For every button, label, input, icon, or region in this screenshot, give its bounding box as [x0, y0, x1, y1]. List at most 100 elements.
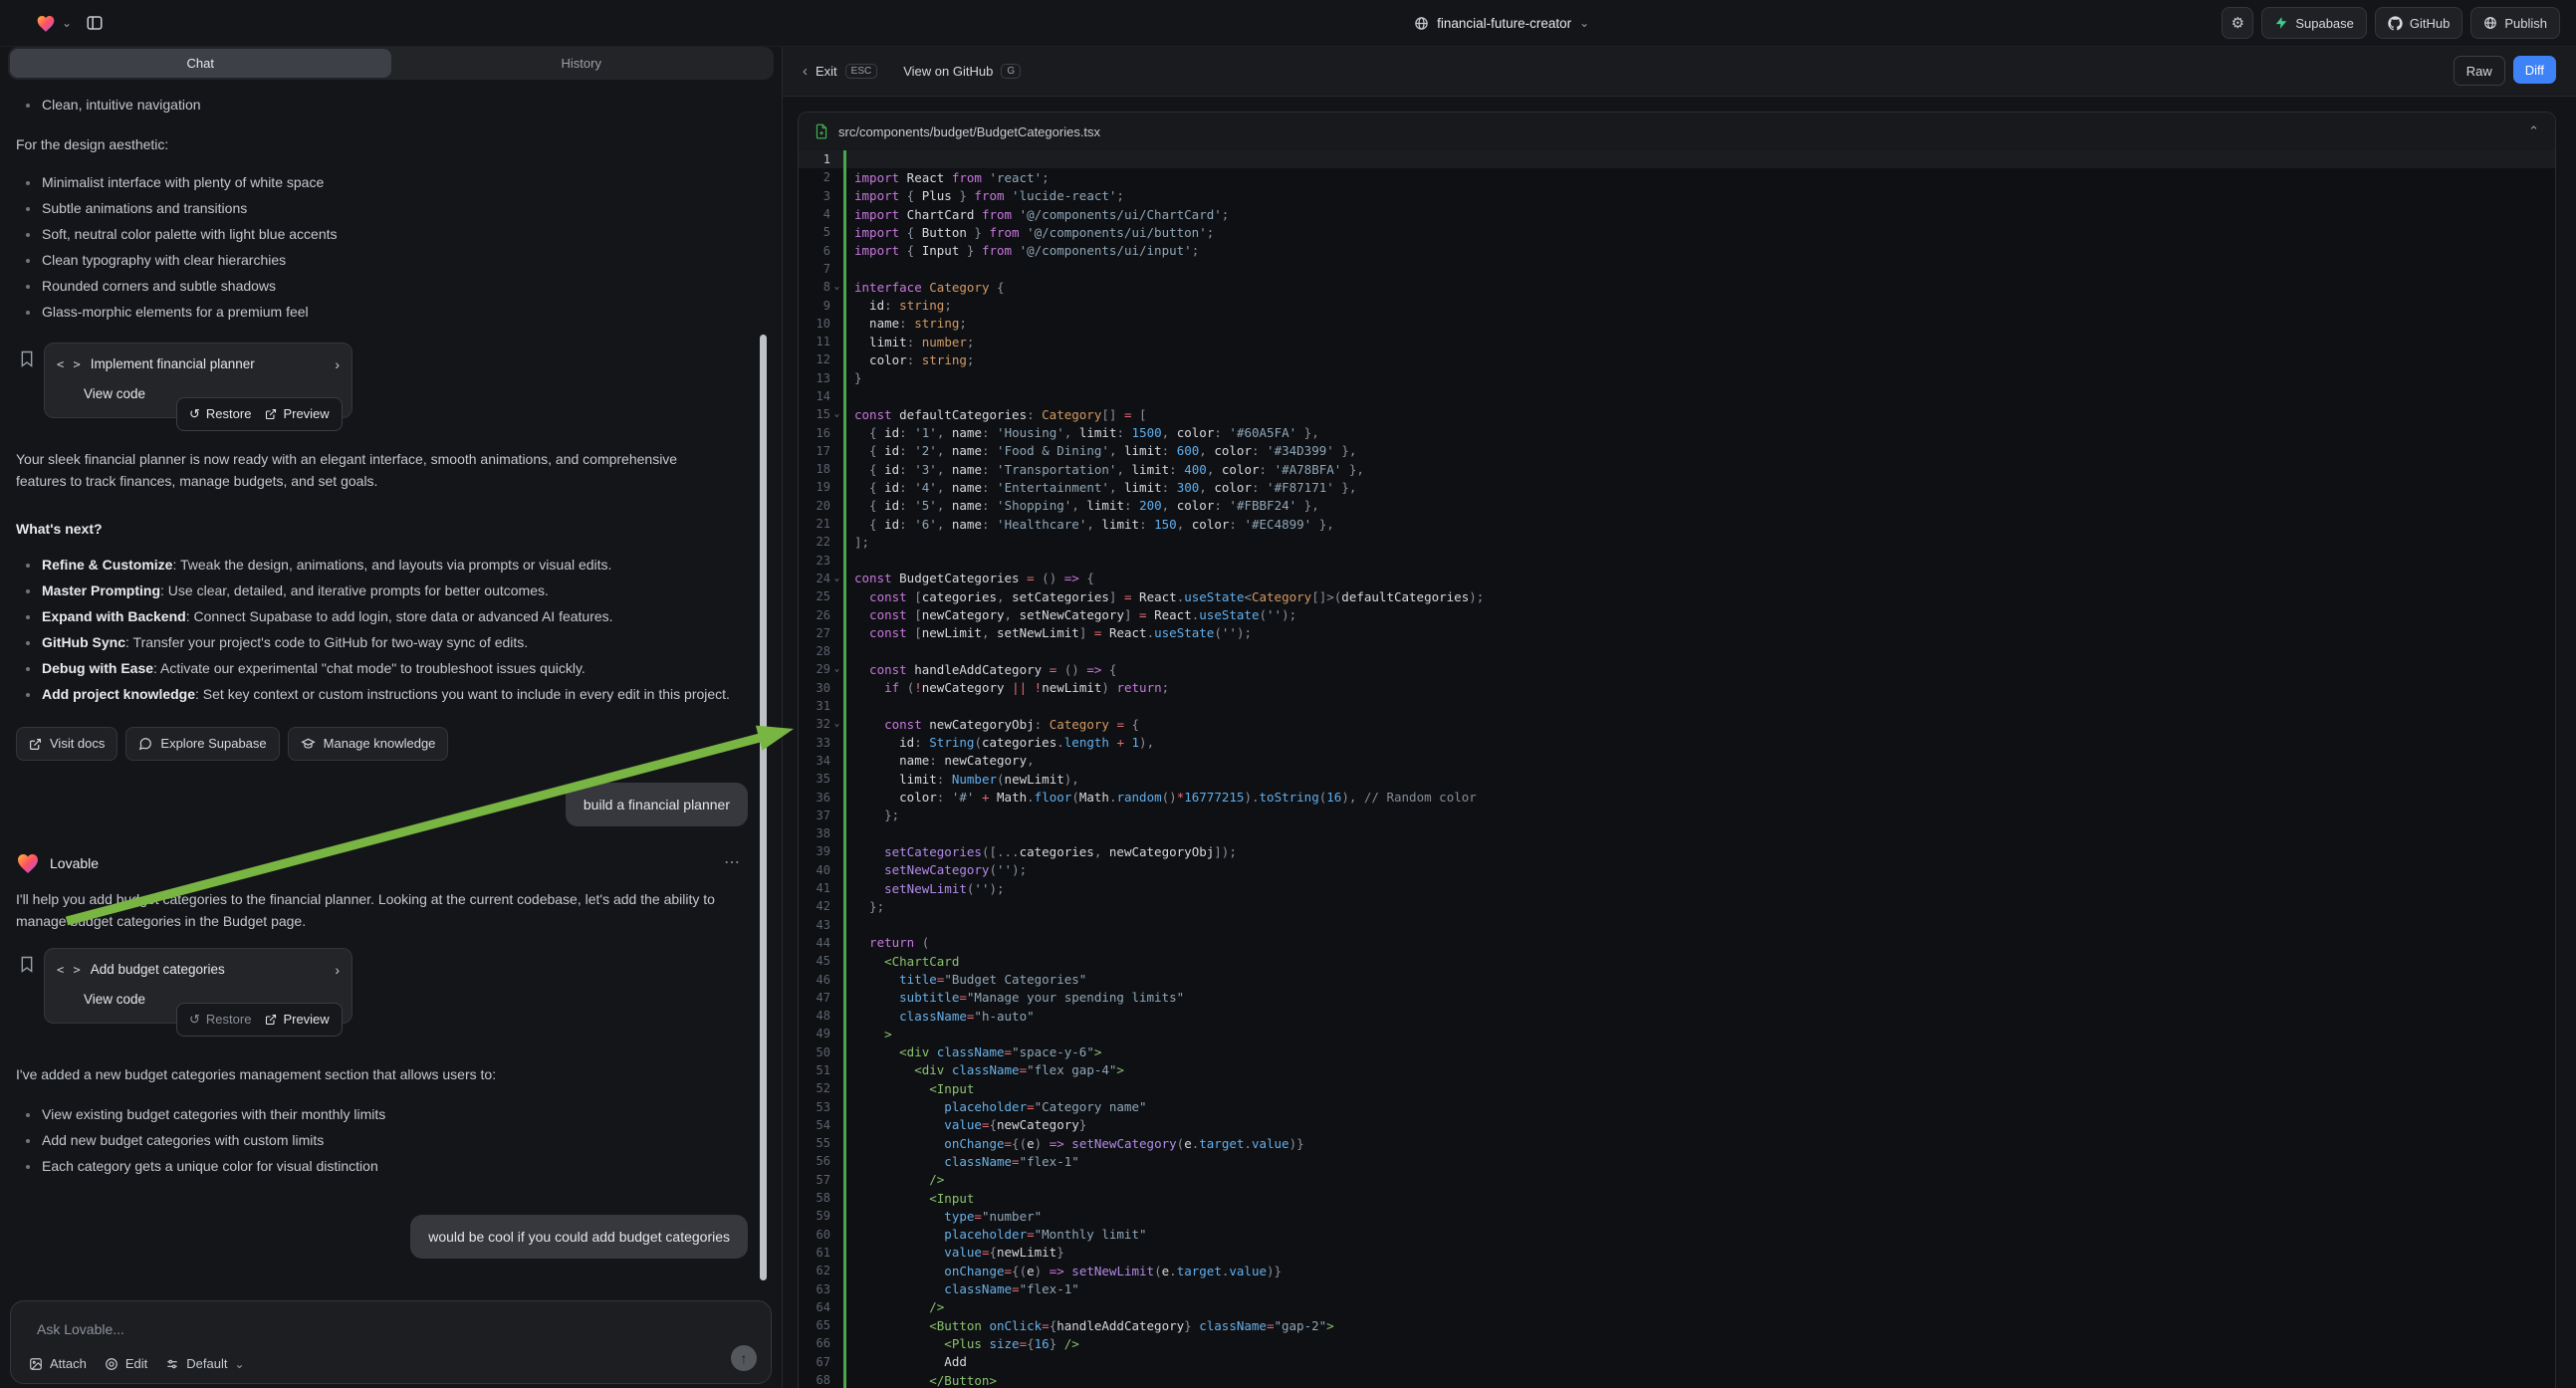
lovable-logo[interactable]: [36, 14, 56, 33]
diff-toggle-button[interactable]: Diff: [2513, 56, 2556, 84]
collapse-chevron-up-icon[interactable]: ⌃: [2528, 123, 2539, 139]
line-number: 2: [799, 170, 830, 184]
list-item: GitHub Sync: Transfer your project's cod…: [16, 631, 753, 657]
code-line: 19 { id: '4', name: 'Entertainment', lim…: [799, 478, 2555, 496]
fold-chevron-icon[interactable]: ⌄: [830, 664, 843, 674]
supabase-zap-icon: [2274, 16, 2288, 30]
fold-chevron-icon[interactable]: ⌄: [830, 574, 843, 583]
message-menu-button[interactable]: ⋯: [724, 852, 742, 874]
line-number: 52: [799, 1081, 830, 1095]
chat-scrollbar[interactable]: [760, 335, 767, 1280]
line-number: 53: [799, 1100, 830, 1114]
model-selector[interactable]: Default ⌄: [165, 1356, 244, 1371]
chat-input-placeholder[interactable]: Ask Lovable...: [37, 1321, 124, 1337]
bullet-dot: [26, 1139, 30, 1143]
line-number: 64: [799, 1300, 830, 1314]
line-number: 55: [799, 1136, 830, 1150]
gear-icon: ⚙: [2231, 14, 2244, 32]
publish-button[interactable]: Publish: [2470, 7, 2560, 39]
line-number: 65: [799, 1318, 830, 1332]
manage-knowledge-button[interactable]: Manage knowledge: [288, 727, 449, 761]
line-number: 3: [799, 189, 830, 203]
code-line: 49 >: [799, 1025, 2555, 1042]
send-button[interactable]: ↑: [731, 1345, 757, 1371]
visit-docs-button[interactable]: Visit docs: [16, 727, 117, 761]
code-line: 40 setNewCategory('');: [799, 861, 2555, 879]
code-line: 20 { id: '5', name: 'Shopping', limit: 2…: [799, 497, 2555, 515]
attach-button[interactable]: Attach: [29, 1356, 87, 1371]
github-label: GitHub: [2410, 16, 2450, 31]
chat-message-list[interactable]: Clean, intuitive navigation For the desi…: [0, 86, 782, 1296]
code-icon: < >: [57, 353, 82, 375]
chat-panel: Chat History Clean, intuitive navigation…: [0, 46, 782, 1388]
github-button[interactable]: GitHub: [2375, 7, 2462, 39]
tab-history[interactable]: History: [391, 49, 773, 78]
edit-button[interactable]: Edit: [105, 1356, 147, 1371]
sidebar-toggle-button[interactable]: [86, 14, 104, 32]
code-line: 28: [799, 642, 2555, 660]
chat-input-box[interactable]: Ask Lovable... Attach Edit Default: [10, 1300, 772, 1384]
code-area[interactable]: 12import React from 'react';3import { Pl…: [799, 150, 2555, 1388]
code-line: 8⌄interface Category {: [799, 278, 2555, 296]
line-number: 56: [799, 1154, 830, 1168]
exit-button[interactable]: ‹ Exit esc: [803, 64, 877, 79]
settings-button[interactable]: ⚙: [2222, 7, 2253, 39]
bullet-dot: [26, 259, 30, 263]
code-line: 61 value={newLimit}: [799, 1244, 2555, 1262]
chevron-right-icon[interactable]: ›: [335, 353, 340, 375]
line-number: 17: [799, 444, 830, 458]
code-line: 10 name: string;: [799, 315, 2555, 333]
line-number: 36: [799, 791, 830, 805]
raw-toggle-button[interactable]: Raw: [2454, 56, 2505, 86]
restore-button[interactable]: ↺ Restore: [189, 403, 251, 425]
explore-supabase-button[interactable]: Explore Supabase: [125, 727, 279, 761]
code-line: 3import { Plus } from 'lucide-react';: [799, 187, 2555, 205]
bookmark-icon[interactable]: [20, 350, 34, 367]
fold-chevron-icon[interactable]: ⌄: [830, 282, 843, 292]
chevron-right-icon[interactable]: ›: [335, 959, 340, 981]
bookmark-icon[interactable]: [20, 956, 34, 973]
line-number: 18: [799, 462, 830, 476]
quick-action-row: Visit docs Explore Supabase Manage knowl…: [16, 727, 766, 761]
globe-icon: [1414, 16, 1429, 31]
preview-button[interactable]: Preview: [265, 403, 329, 425]
publish-globe-icon: [2483, 16, 2497, 30]
fold-chevron-icon[interactable]: ⌄: [830, 719, 843, 729]
preview-button[interactable]: Preview: [265, 1009, 329, 1031]
line-number: 21: [799, 517, 830, 531]
fold-chevron-icon[interactable]: ⌄: [830, 409, 843, 419]
user-message-row: build a financial planner: [16, 783, 766, 826]
line-number: 35: [799, 772, 830, 786]
line-number: 39: [799, 844, 830, 858]
code-line: 2import React from 'react';: [799, 168, 2555, 186]
code-line: 7: [799, 260, 2555, 278]
code-line: 62 onChange={(e) => setNewLimit(e.target…: [799, 1262, 2555, 1279]
supabase-button[interactable]: Supabase: [2261, 7, 2367, 39]
chat-history-tabs: Chat History: [8, 47, 774, 80]
logo-chevron-down-icon[interactable]: ⌄: [62, 17, 72, 29]
restore-icon: ↺: [189, 1009, 200, 1031]
image-icon: [29, 1357, 43, 1371]
list-item: Add new budget categories with custom li…: [16, 1129, 766, 1155]
line-number: 27: [799, 626, 830, 640]
tab-chat[interactable]: Chat: [10, 49, 391, 78]
line-number: 25: [799, 589, 830, 603]
lovable-avatar: [16, 852, 40, 874]
file-header[interactable]: src/components/budget/BudgetCategories.t…: [799, 113, 2555, 151]
project-name[interactable]: financial-future-creator: [1437, 16, 1571, 31]
code-line: 59 type="number": [799, 1207, 2555, 1225]
code-line: 45 <ChartCard: [799, 952, 2555, 970]
line-number: 19: [799, 480, 830, 494]
user-chip: would be cool if you could add budget ca…: [410, 1215, 748, 1259]
line-number: 30: [799, 681, 830, 695]
line-number: 8: [799, 280, 830, 294]
restore-button[interactable]: ↺ Restore: [189, 1009, 251, 1031]
implement-financial-planner-card[interactable]: < > Implement financial planner › View c…: [44, 343, 352, 418]
chevron-left-icon: ‹: [803, 64, 808, 79]
add-budget-categories-card[interactable]: < > Add budget categories › View code ↺ …: [44, 948, 352, 1024]
line-number: 60: [799, 1228, 830, 1242]
view-on-github-button[interactable]: View on GitHub G: [903, 64, 1021, 79]
arrow-up-icon: ↑: [741, 1350, 748, 1366]
code-line: 14: [799, 387, 2555, 405]
project-chevron-down-icon[interactable]: ⌄: [1579, 17, 1589, 29]
